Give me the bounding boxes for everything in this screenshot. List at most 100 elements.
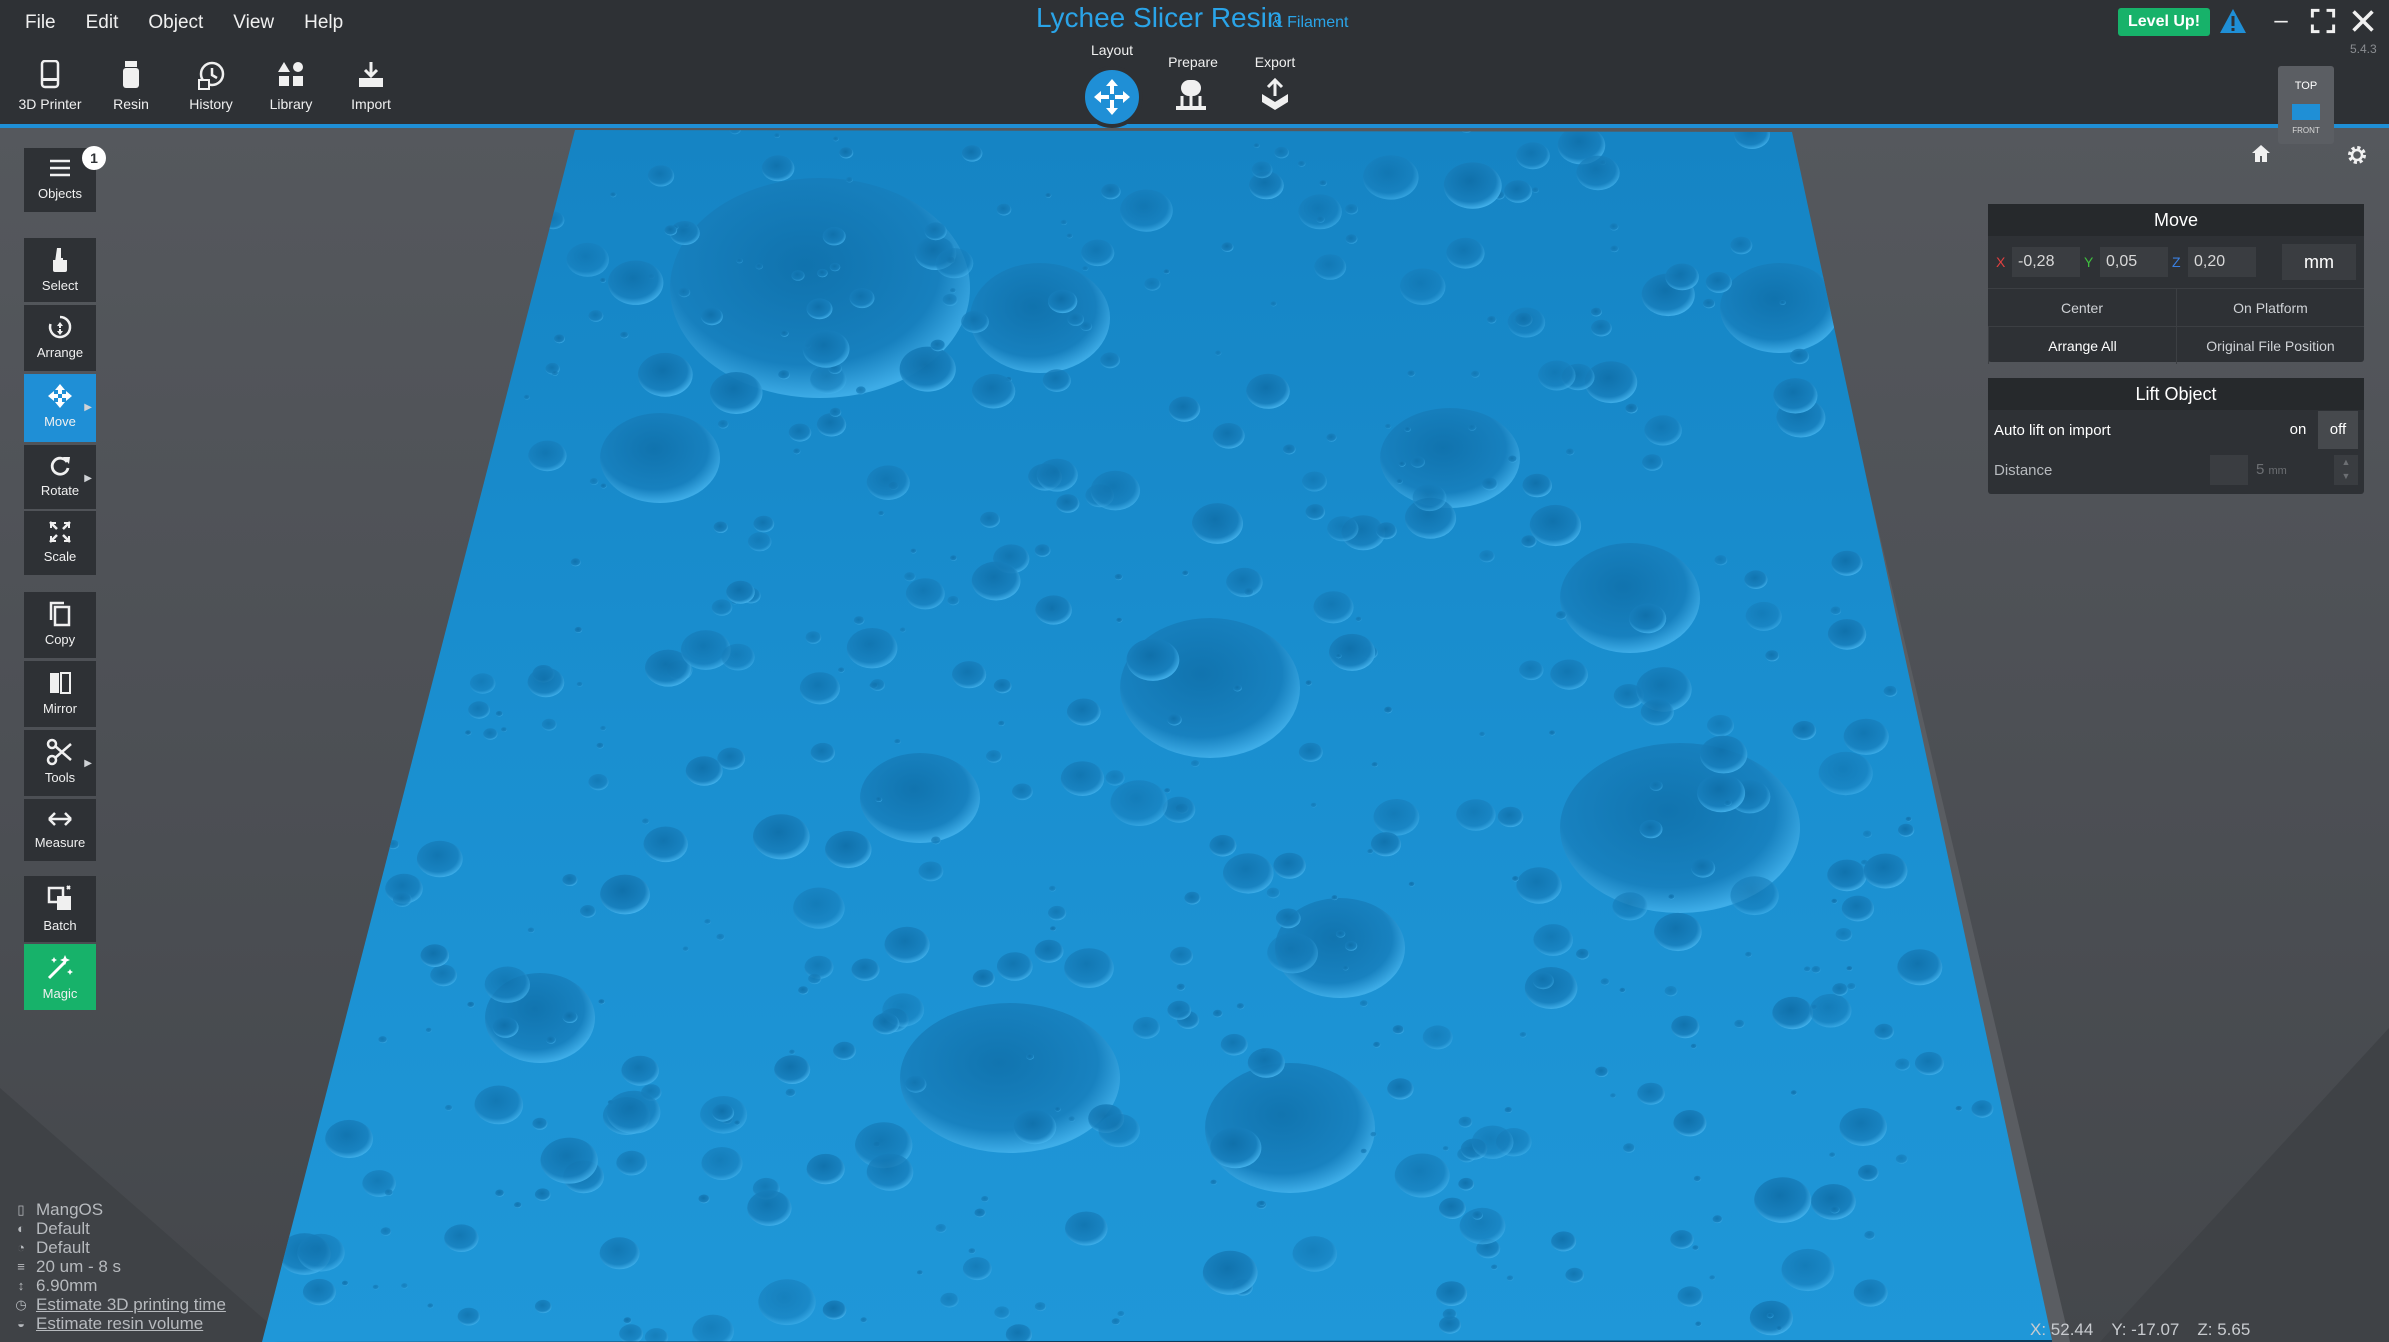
- gear-icon[interactable]: [2345, 143, 2369, 167]
- view-cube[interactable]: TOP FRONT: [2278, 66, 2334, 144]
- info-printer: ▯ MangOS: [14, 1200, 226, 1219]
- menu-object[interactable]: Object: [133, 8, 218, 38]
- batch-button[interactable]: Batch: [24, 876, 96, 942]
- arrange-icon: [48, 315, 72, 339]
- scissors-icon: [46, 738, 72, 766]
- printer-button[interactable]: 3D Printer: [15, 60, 85, 112]
- distance-input[interactable]: 5 mm: [2248, 455, 2334, 485]
- tab-layout[interactable]: [1081, 66, 1143, 128]
- x-input[interactable]: -0,28: [2012, 247, 2080, 277]
- menu-help[interactable]: Help: [289, 8, 358, 38]
- scale-button[interactable]: Scale: [24, 511, 96, 575]
- close-icon[interactable]: [2350, 8, 2376, 34]
- batch-label: Batch: [43, 918, 77, 933]
- version-label: 5.4.3: [2350, 42, 2377, 56]
- app-window: File Edit Object View Help Lychee Slicer…: [0, 0, 2389, 1342]
- printer-small-icon: ▯: [17, 1202, 25, 1217]
- unit-selector[interactable]: mm: [2282, 244, 2356, 280]
- app-title: Lychee Slicer Resin: [1036, 2, 1283, 33]
- measure-button[interactable]: Measure: [24, 799, 96, 861]
- on-platform-button[interactable]: On Platform: [2176, 288, 2364, 326]
- cursor-x: X: 52.44: [2030, 1320, 2094, 1339]
- copy-button[interactable]: Copy: [24, 592, 96, 658]
- measure-label: Measure: [34, 835, 86, 850]
- view-cube-face[interactable]: [2292, 104, 2320, 120]
- rotate-button[interactable]: Rotate ▶: [24, 445, 96, 509]
- select-button[interactable]: Select: [24, 238, 96, 302]
- history-button[interactable]: History: [176, 60, 246, 112]
- tools-expand-icon[interactable]: ▶: [84, 758, 92, 769]
- select-label: Select: [41, 278, 79, 293]
- view-cube-front[interactable]: FRONT: [2278, 126, 2334, 135]
- distance-row: Distance 5 mm ▲ ▼: [1988, 450, 2364, 490]
- distance-slider[interactable]: [2210, 455, 2248, 485]
- move-expand-icon[interactable]: ▶: [84, 402, 92, 413]
- move-panel-title: Move: [1988, 204, 2364, 236]
- copy-icon: [49, 601, 71, 627]
- maximize-icon[interactable]: [2310, 8, 2336, 34]
- info-time: ◷ Estimate 3D printing time: [14, 1295, 226, 1314]
- printer-label: 3D Printer: [18, 96, 82, 112]
- arrange-all-button[interactable]: Arrange All: [1988, 326, 2176, 364]
- estimate-volume-link[interactable]: Estimate resin volume: [36, 1314, 203, 1333]
- move-button[interactable]: Move ▶: [24, 374, 96, 442]
- distance-stepper[interactable]: ▲ ▼: [2334, 455, 2358, 485]
- original-position-button[interactable]: Original File Position: [2176, 326, 2364, 364]
- measure-icon: [48, 812, 72, 826]
- view-cube-top[interactable]: TOP: [2278, 80, 2334, 92]
- height-icon: ↕: [17, 1278, 25, 1293]
- move-arrows-icon: [1094, 79, 1130, 115]
- auto-lift-on[interactable]: on: [2278, 411, 2318, 449]
- z-input[interactable]: 0,20: [2188, 247, 2256, 277]
- mirror-label: Mirror: [43, 701, 77, 716]
- scale-label: Scale: [43, 549, 77, 564]
- history-label: History: [189, 96, 233, 112]
- model-height: 6.90mm: [36, 1276, 98, 1295]
- mirror-button[interactable]: Mirror: [24, 661, 96, 727]
- pointer-hand-icon: [53, 248, 67, 272]
- auto-lift-toggle[interactable]: on off: [2278, 411, 2358, 449]
- resin-label: Resin: [113, 96, 149, 112]
- tools-button[interactable]: Tools ▶: [24, 730, 96, 796]
- menu-file[interactable]: File: [10, 8, 71, 38]
- tab-layout-label[interactable]: Layout: [1072, 42, 1152, 58]
- info-height: ↕ 6.90mm: [14, 1276, 226, 1295]
- minimize-icon[interactable]: –: [2268, 8, 2294, 34]
- info-resin2: ◔ Default: [14, 1238, 226, 1257]
- distance-unit: mm: [2268, 465, 2287, 477]
- center-button[interactable]: Center: [1988, 288, 2176, 326]
- move-actions: Center On Platform Arrange All Original …: [1988, 288, 2364, 364]
- resin-small-icon: ◐: [17, 1221, 25, 1236]
- list-icon: [50, 159, 70, 177]
- menu-edit[interactable]: Edit: [71, 8, 134, 38]
- resin-button[interactable]: Resin: [96, 60, 166, 112]
- warning-icon[interactable]: [2219, 8, 2247, 34]
- home-icon[interactable]: [2250, 143, 2272, 165]
- move-label: Move: [44, 414, 76, 429]
- level-up-button[interactable]: Level Up!: [2118, 8, 2211, 36]
- rotate-label: Rotate: [40, 483, 80, 498]
- y-input[interactable]: 0,05: [2100, 247, 2168, 277]
- arrange-button[interactable]: Arrange: [24, 305, 96, 371]
- cursor-z: Z: 5.65: [2197, 1320, 2251, 1339]
- export-icon[interactable]: [1252, 78, 1298, 112]
- tab-export-label[interactable]: Export: [1235, 54, 1315, 70]
- tab-prepare-label[interactable]: Prepare: [1153, 54, 1233, 70]
- top-toolbar: File Edit Object View Help Lychee Slicer…: [0, 0, 2389, 128]
- move-panel: Move X -0,28 Y 0,05 Z 0,20 mm Center On …: [1988, 204, 2364, 364]
- prepare-icon[interactable]: [1168, 78, 1214, 112]
- menu-view[interactable]: View: [218, 8, 289, 38]
- import-button[interactable]: Import: [336, 60, 406, 112]
- auto-lift-off[interactable]: off: [2318, 411, 2358, 449]
- magic-button[interactable]: Magic: [24, 944, 96, 1010]
- x-axis-label: X: [1996, 254, 2006, 270]
- estimate-time-link[interactable]: Estimate 3D printing time: [36, 1295, 226, 1314]
- print-info: ▯ MangOS ◐ Default ◔ Default ≡ 20 um - 8 s ↕…: [14, 1200, 226, 1333]
- batch-icon: [47, 885, 71, 910]
- printer-icon: [40, 60, 60, 89]
- rotate-icon: [50, 456, 70, 476]
- rotate-expand-icon[interactable]: ▶: [84, 473, 92, 484]
- library-button[interactable]: Library: [256, 60, 326, 112]
- z-axis-label: Z: [2172, 254, 2181, 270]
- auto-lift-row: Auto lift on import on off: [1988, 410, 2364, 450]
